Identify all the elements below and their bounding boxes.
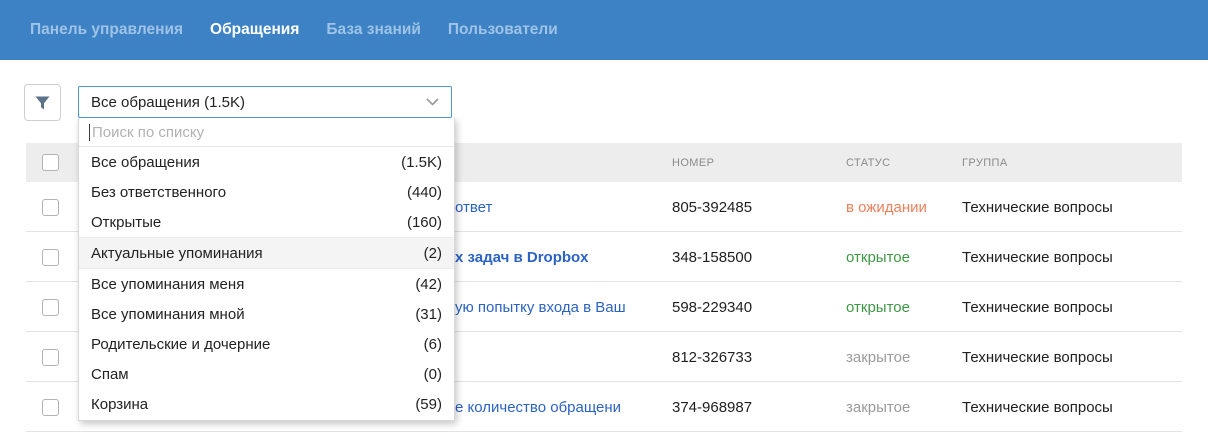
chevron-down-icon (426, 98, 439, 106)
dropdown-search[interactable] (79, 118, 454, 147)
option-label: Родительские и дочерние (91, 336, 271, 354)
ticket-status: открытое (846, 298, 910, 316)
filter-option-actual-mentions[interactable]: Актуальные упоминания (2) (79, 237, 454, 270)
ticket-filter-selected-value: Все обращения (1.5K) (91, 93, 245, 111)
ticket-group: Технические вопросы (962, 198, 1113, 216)
option-label: Спам (91, 366, 129, 384)
option-count: (0) (423, 366, 442, 384)
dropdown-search-input[interactable] (92, 123, 444, 141)
select-all-checkbox[interactable] (42, 154, 59, 171)
option-label: Актуальные упоминания (91, 244, 263, 262)
text-cursor (89, 123, 90, 141)
option-count: (1.5K) (401, 153, 442, 171)
ticket-number: 805-392485 (672, 198, 753, 216)
option-label: Все упоминания мной (91, 306, 245, 324)
column-header-status: СТАТУС (846, 156, 891, 169)
ticket-status: закрытое (846, 348, 911, 366)
ticket-group: Технические вопросы (962, 298, 1113, 316)
row-checkbox[interactable] (42, 398, 59, 416)
row-checkbox[interactable] (42, 248, 59, 266)
option-count: (160) (406, 213, 442, 231)
tab-tickets[interactable]: Обращения (210, 21, 299, 39)
ticket-subject-link[interactable]: ую попытку входа в Ваш (455, 299, 626, 316)
column-header-group: ГРУППА (962, 156, 1008, 169)
ticket-status: открытое (846, 248, 910, 266)
filter-option-parent-child[interactable]: Родительские и дочерние (6) (79, 330, 454, 360)
option-count: (6) (423, 336, 442, 354)
filter-dropdown-panel: Все обращения (1.5K) Без ответственного … (78, 118, 455, 421)
helpdesk-app: Панель управления Обращения База знаний … (0, 0, 1208, 437)
ticket-subject-link[interactable]: е количество обращени (455, 399, 621, 416)
row-checkbox[interactable] (42, 298, 59, 316)
option-count: (42) (415, 275, 442, 293)
option-count: (59) (415, 396, 442, 414)
option-count: (31) (415, 306, 442, 324)
ticket-status: в ожидании (846, 198, 927, 216)
ticket-group: Технические вопросы (962, 248, 1113, 266)
tab-dashboard[interactable]: Панель управления (30, 21, 183, 39)
filter-option-mentions-by-me[interactable]: Все упоминания мной (31) (79, 300, 454, 330)
filter-option-unassigned[interactable]: Без ответственного (440) (79, 177, 454, 207)
ticket-status: закрытое (846, 398, 911, 416)
top-nav: Панель управления Обращения База знаний … (0, 0, 1208, 60)
funnel-icon (35, 96, 50, 110)
ticket-filter-select[interactable]: Все обращения (1.5K) (78, 86, 452, 118)
filter-options-list: Все обращения (1.5K) Без ответственного … (79, 147, 454, 420)
ticket-number: 812-326733 (672, 348, 753, 366)
option-count: (440) (406, 183, 442, 201)
ticket-subject-link[interactable]: ответ (455, 199, 492, 216)
row-checkbox[interactable] (42, 348, 59, 366)
option-label: Без ответственного (91, 183, 227, 201)
option-label: Все упоминания меня (91, 275, 245, 293)
tab-knowledge-base[interactable]: База знаний (326, 21, 420, 39)
ticket-number: 374-968987 (672, 398, 753, 416)
ticket-number: 598-229340 (672, 298, 753, 316)
row-checkbox[interactable] (42, 198, 59, 216)
filter-option-open[interactable]: Открытые (160) (79, 207, 454, 237)
filter-option-trash[interactable]: Корзина (59) (79, 390, 454, 420)
filter-option-all-tickets[interactable]: Все обращения (1.5K) (79, 147, 454, 177)
option-label: Открытые (91, 213, 162, 231)
option-count: (2) (423, 244, 442, 262)
ticket-number: 348-158500 (672, 248, 753, 266)
ticket-subject-link[interactable]: х задач в Dropbox (455, 249, 589, 266)
filter-button[interactable] (24, 84, 61, 121)
option-label: Все обращения (91, 153, 200, 171)
filter-option-mentions-of-me[interactable]: Все упоминания меня (42) (79, 269, 454, 299)
ticket-group: Технические вопросы (962, 398, 1113, 416)
option-label: Корзина (91, 396, 149, 414)
filter-option-spam[interactable]: Спам (0) (79, 360, 454, 390)
ticket-group: Технические вопросы (962, 348, 1113, 366)
tab-users[interactable]: Пользователи (448, 21, 558, 39)
column-header-number: НОМЕР (672, 156, 715, 169)
